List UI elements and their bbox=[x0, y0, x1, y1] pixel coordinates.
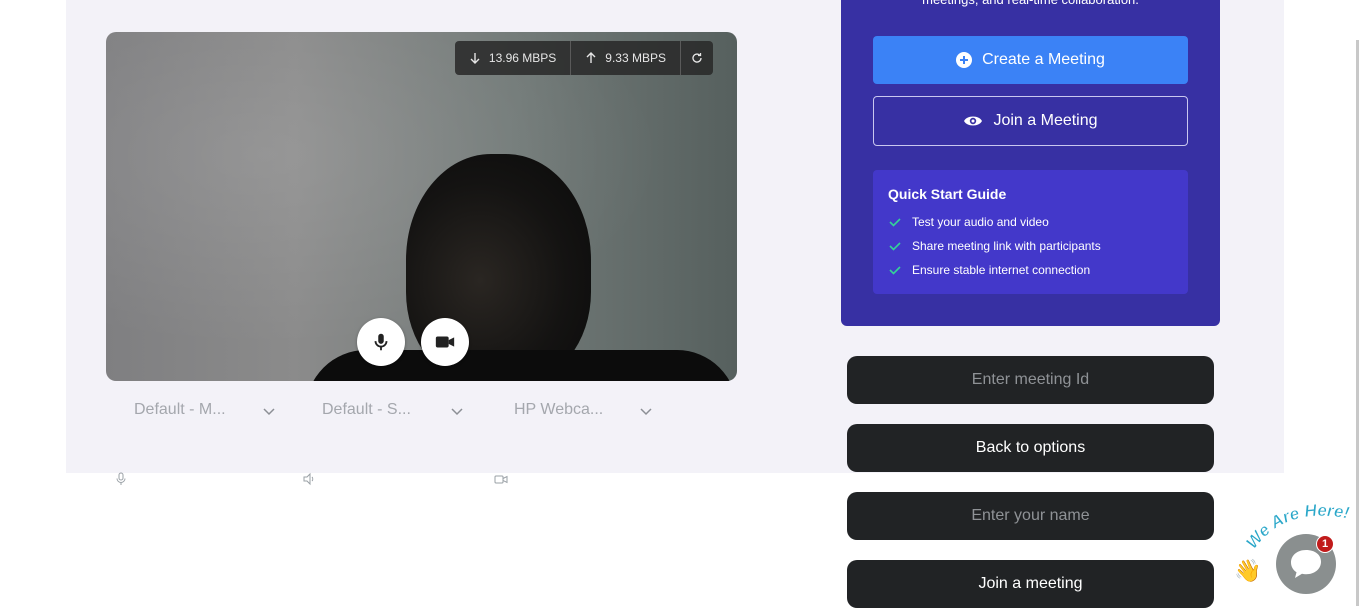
video-camera-icon bbox=[494, 475, 508, 484]
chat-widget[interactable]: We Are Here! 👋 1 bbox=[1228, 498, 1359, 606]
meeting-id-input[interactable] bbox=[847, 356, 1214, 404]
chevron-down-icon bbox=[640, 408, 652, 416]
arrow-up-icon bbox=[586, 52, 596, 63]
camera-select[interactable]: HP Webca... bbox=[514, 398, 659, 422]
microphone-icon bbox=[116, 472, 126, 485]
microphone-toggle-button[interactable] bbox=[357, 318, 405, 366]
check-icon bbox=[889, 242, 901, 251]
chevron-down-icon bbox=[451, 408, 463, 416]
join-meeting-submit-label: Join a meeting bbox=[978, 575, 1083, 592]
join-meeting-label: Join a Meeting bbox=[993, 112, 1098, 129]
check-icon bbox=[889, 218, 901, 227]
arrow-down-icon bbox=[470, 53, 480, 64]
check-icon bbox=[889, 266, 901, 275]
waving-hand-icon: 👋 bbox=[1234, 558, 1262, 583]
microphone-select-value: Default - M... bbox=[134, 401, 226, 418]
speaker-icon bbox=[303, 472, 314, 486]
refresh-speed-button[interactable] bbox=[681, 41, 713, 75]
chevron-down-icon bbox=[263, 408, 275, 416]
meeting-id-field bbox=[847, 356, 1214, 404]
download-speed-value: 13.96 MBPS bbox=[488, 51, 557, 65]
guide-item-label: Test your audio and video bbox=[912, 215, 1049, 229]
video-preview: 13.96 MBPS 9.33 MBPS bbox=[106, 32, 737, 381]
upload-speed-value: 9.33 MBPS bbox=[605, 51, 666, 65]
guide-item: Share meeting link with participants bbox=[888, 234, 1173, 258]
video-camera-icon bbox=[435, 336, 455, 348]
panel-tagline: meetings, and real-time collaboration. bbox=[841, 0, 1220, 10]
device-selectors: Default - M... Default - S... HP Webca..… bbox=[106, 398, 666, 422]
name-field bbox=[847, 492, 1214, 540]
quick-start-guide: Quick Start Guide Test your audio and vi… bbox=[873, 170, 1188, 294]
back-to-options-label: Back to options bbox=[975, 439, 1086, 456]
microphone-icon bbox=[374, 333, 388, 351]
eye-icon bbox=[964, 116, 983, 126]
plus-circle-icon bbox=[956, 52, 973, 68]
network-speed-bar: 13.96 MBPS 9.33 MBPS bbox=[454, 41, 713, 75]
download-speed: 13.96 MBPS bbox=[455, 41, 572, 75]
guide-title: Quick Start Guide bbox=[888, 186, 1007, 202]
speaker-select[interactable]: Default - S... bbox=[322, 398, 467, 422]
camera-toggle-button[interactable] bbox=[421, 318, 469, 366]
name-input[interactable] bbox=[847, 492, 1214, 540]
guide-item-label: Share meeting link with participants bbox=[912, 239, 1101, 253]
guide-item: Ensure stable internet connection bbox=[888, 258, 1173, 282]
microphone-select[interactable]: Default - M... bbox=[134, 398, 279, 422]
upload-speed: 9.33 MBPS bbox=[571, 41, 681, 75]
guide-item-label: Ensure stable internet connection bbox=[912, 263, 1091, 277]
back-to-options-button[interactable]: Back to options bbox=[847, 424, 1214, 472]
guide-item: Test your audio and video bbox=[888, 210, 1173, 234]
create-meeting-button[interactable]: Create a Meeting bbox=[873, 36, 1188, 84]
chat-bubble-icon bbox=[1291, 550, 1321, 578]
speaker-select-value: Default - S... bbox=[322, 401, 411, 418]
create-meeting-label: Create a Meeting bbox=[982, 51, 1105, 68]
chat-unread-badge: 1 bbox=[1316, 535, 1334, 553]
refresh-icon bbox=[692, 53, 702, 63]
meeting-options-panel: meetings, and real-time collaboration. C… bbox=[841, 0, 1220, 326]
camera-select-value: HP Webca... bbox=[514, 401, 604, 418]
join-meeting-button[interactable]: Join a Meeting bbox=[873, 96, 1188, 146]
join-meeting-submit-button[interactable]: Join a meeting bbox=[847, 560, 1214, 608]
